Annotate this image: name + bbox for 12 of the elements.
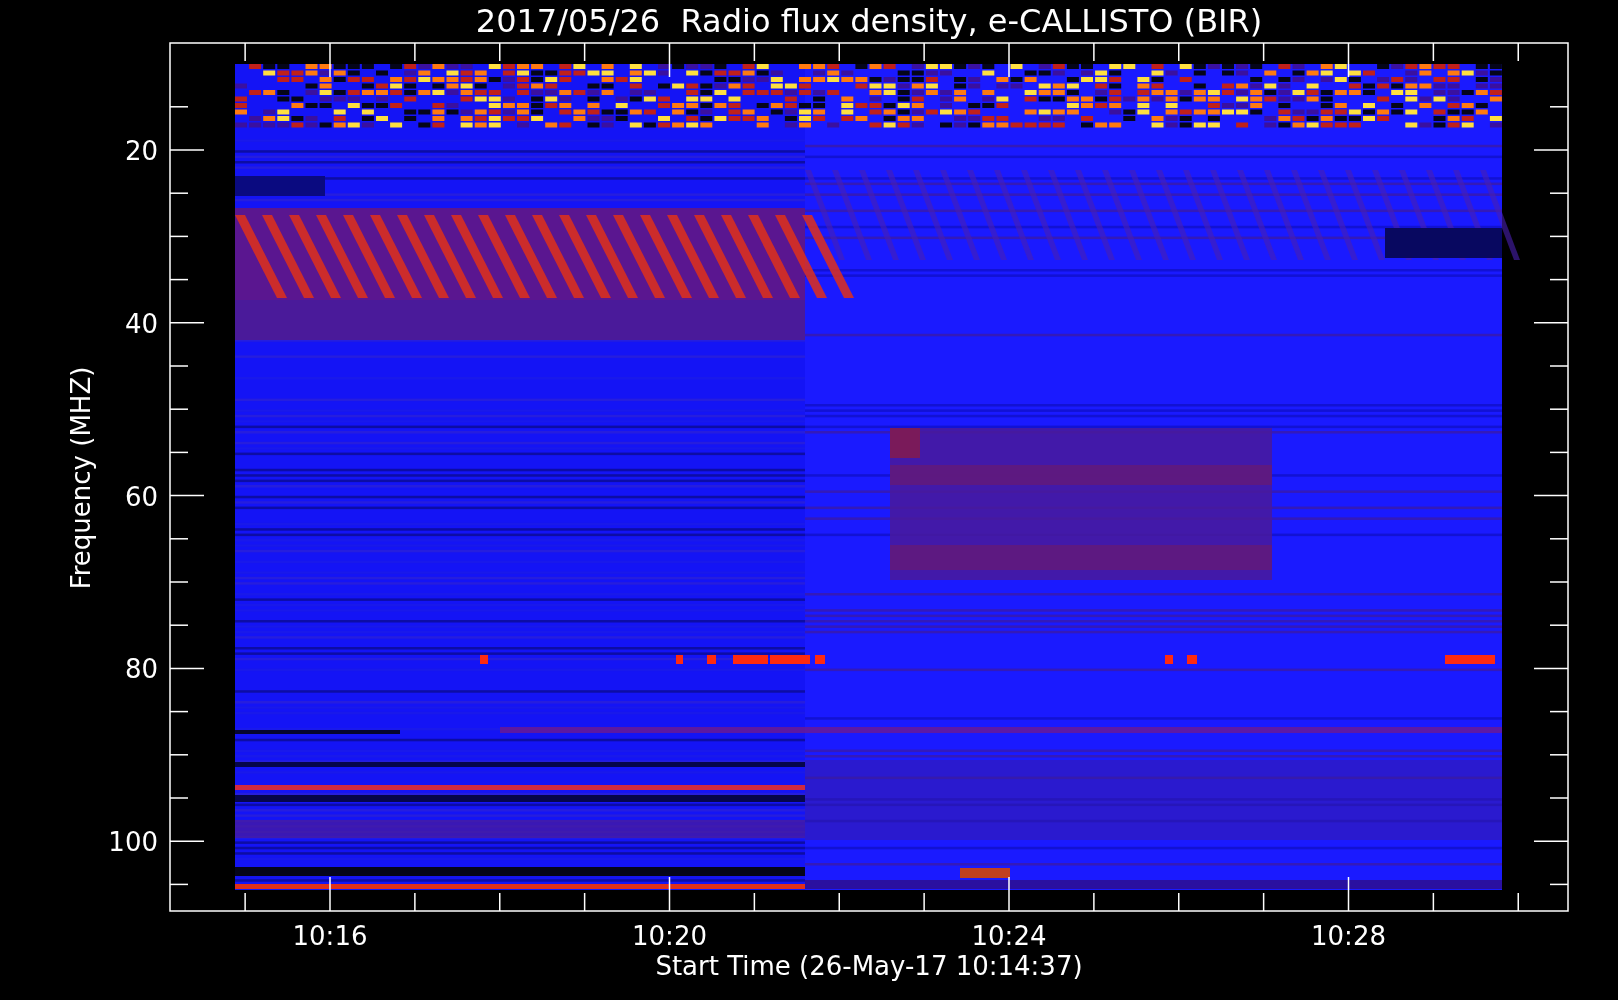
y-tick-label: 60 [124, 481, 158, 512]
chart-title: 2017/05/26 Radio flux density, e-CALLISTO (BIR) [475, 2, 1263, 40]
x-tick-label: 10:28 [1311, 921, 1386, 951]
x-tick-label: 10:24 [971, 921, 1047, 951]
y-tick-label: 100 [108, 827, 158, 858]
x-tick-label: 10:20 [632, 921, 707, 951]
y-tick-label: 80 [124, 654, 158, 685]
x-tick-label: 10:16 [292, 921, 368, 951]
y-axis-label: Frequency (MHZ) [66, 366, 96, 590]
y-tick-label: 40 [124, 308, 158, 339]
y-tick-label: 20 [124, 136, 158, 166]
x-axis-label: Start Time (26-May-17 10:14:37) [655, 951, 1083, 981]
